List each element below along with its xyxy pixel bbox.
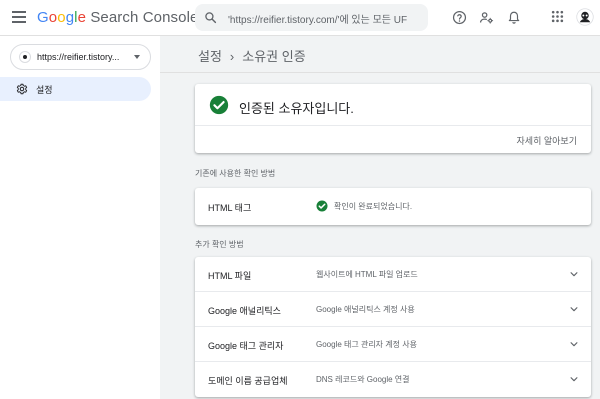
dropdown-caret-icon [134,55,140,59]
verified-title: 인증된 소유자입니다. [239,101,354,116]
search-placeholder: 'https://reifier.tistory.com/'에 있는 모든 UF [228,15,408,26]
method-row-tag-manager[interactable]: Google 태그 관리자 Google 태그 관리자 계정 사용 [195,327,591,361]
method-name: Google 태그 관리자 [208,341,284,351]
method-name: Google 애널리틱스 [208,306,281,316]
chevron-down-icon [570,342,578,347]
search-input[interactable]: 'https://reifier.tistory.com/'에 있는 모든 UF [195,4,428,31]
previous-method-section-label: 기존에 사용한 확인 방법 [195,169,276,178]
logo-letter: o [48,9,58,26]
page-title: 소유권 인증 [242,49,306,64]
property-label: https://reifier.tistory... [37,52,120,62]
sidebar-item-label: 설정 [36,85,53,95]
logo-letter: G [37,9,49,26]
apps-icon[interactable] [551,10,564,23]
check-circle-icon [209,95,229,115]
additional-methods-card: HTML 파일 웹사이트에 HTML 파일 업로드 Google 애널리틱스 G… [195,257,591,397]
search-console-logo[interactable]: Google Search Console [37,9,198,26]
breadcrumb-separator: › [229,49,235,64]
menu-icon[interactable] [12,11,26,23]
method-name: 도메인 이름 공급업체 [208,376,288,386]
account-avatar-icon[interactable] [576,8,594,26]
method-row-google-analytics[interactable]: Google 애널리틱스 Google 애널리틱스 계정 사용 [195,292,591,326]
method-description: Google 애널리틱스 계정 사용 [316,305,415,314]
manage-users-icon[interactable] [479,10,494,25]
learn-more-link[interactable]: 자세히 알아보기 [517,134,577,147]
logo-letter: o [57,9,66,26]
check-circle-icon [316,200,328,212]
previous-method-card: HTML 태그 확인이 완료되었습니다. [195,188,591,225]
method-description: Google 태그 관리자 계정 사용 [316,340,417,349]
breadcrumb: 설정 › 소유권 인증 [198,46,306,65]
logo-letter: g [65,9,75,26]
breadcrumb-parent[interactable]: 설정 [198,49,222,64]
header-divider [160,72,600,73]
logo-letter: e [77,9,87,26]
search-icon [205,12,217,24]
verification-status: 확인이 완료되었습니다. [334,202,413,211]
card-divider [195,125,591,126]
property-selector[interactable]: https://reifier.tistory... [10,44,151,70]
chevron-down-icon [570,307,578,312]
chevron-down-icon [570,377,578,382]
method-name: HTML 파일 [208,271,252,281]
top-app-bar: Google Search Console 'https://reifier.t… [0,0,600,36]
chevron-down-icon [570,272,578,277]
verified-owner-card: 인증된 소유자입니다. 자세히 알아보기 [195,84,591,153]
gear-icon [16,83,28,95]
method-description: DNS 레코드와 Google 연결 [316,375,410,384]
notifications-icon[interactable] [507,10,521,25]
logo-product-name: Search Console [90,9,199,26]
help-icon[interactable] [452,10,467,25]
main-content: 설정 › 소유권 인증 인증된 소유자입니다. 자세히 알아보기 기존에 사용한 확… [160,36,600,399]
sidebar: https://reifier.tistory... 설정 [0,36,160,399]
method-row-domain-provider[interactable]: 도메인 이름 공급업체 DNS 레코드와 Google 연결 [195,362,591,396]
sidebar-item-settings[interactable]: 설정 [0,77,151,101]
additional-methods-section-label: 추가 확인 방법 [195,240,244,249]
site-favicon-icon [19,51,31,63]
method-description: 웹사이트에 HTML 파일 업로드 [316,270,418,279]
method-row-html-file[interactable]: HTML 파일 웹사이트에 HTML 파일 업로드 [195,257,591,291]
method-name: HTML 태그 [208,203,252,213]
